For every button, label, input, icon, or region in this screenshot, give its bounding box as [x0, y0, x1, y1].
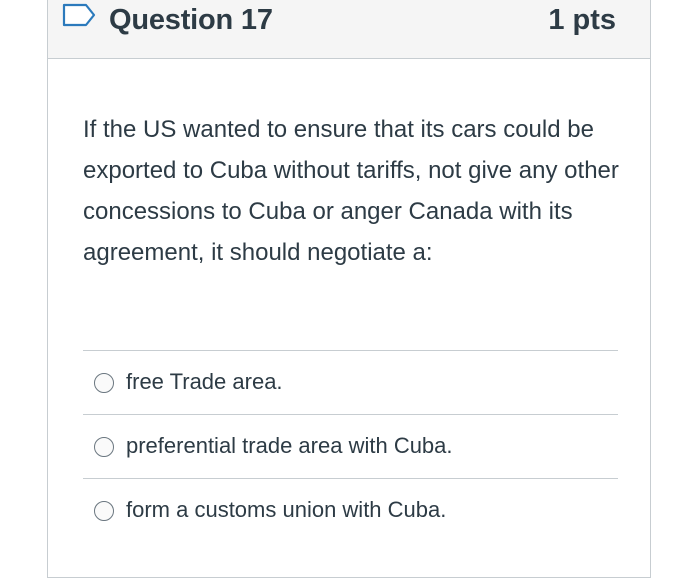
- question-title: Question 17: [109, 4, 273, 36]
- question-card: Question 17 1 pts If the US wanted to en…: [47, 0, 651, 578]
- radio-button[interactable]: [94, 501, 114, 521]
- answer-list: free Trade area. preferential trade area…: [83, 350, 618, 542]
- radio-button[interactable]: [94, 437, 114, 457]
- answer-label[interactable]: form a customs union with Cuba.: [126, 494, 446, 526]
- answer-label[interactable]: free Trade area.: [126, 366, 283, 398]
- flag-question-icon[interactable]: [62, 3, 96, 27]
- answer-option[interactable]: preferential trade area with Cuba.: [83, 414, 618, 478]
- answer-label[interactable]: preferential trade area with Cuba.: [126, 430, 453, 462]
- question-text: If the US wanted to ensure that its cars…: [83, 116, 619, 266]
- question-header: Question 17 1 pts: [48, 0, 650, 59]
- answer-option[interactable]: free Trade area.: [83, 350, 618, 414]
- answer-option[interactable]: form a customs union with Cuba.: [83, 478, 618, 542]
- radio-button[interactable]: [94, 373, 114, 393]
- question-points: 1 pts: [548, 4, 616, 36]
